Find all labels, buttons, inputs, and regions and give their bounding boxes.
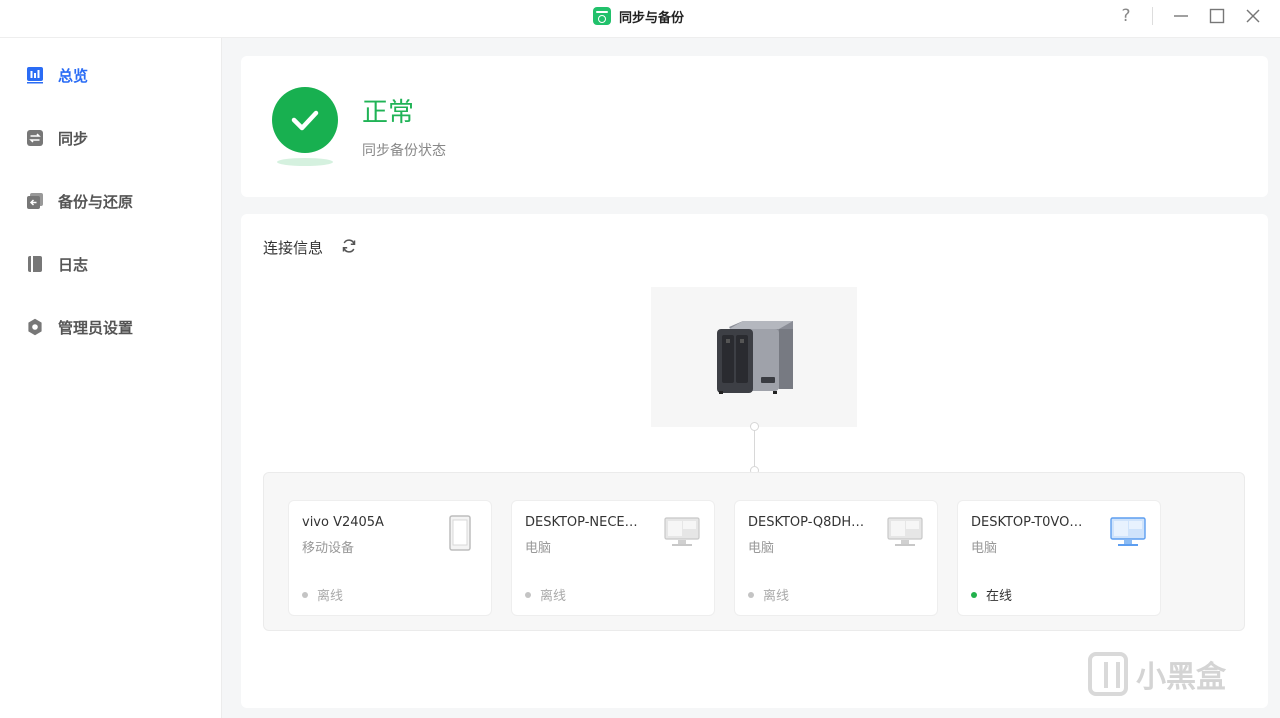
status-title: 正常 bbox=[362, 98, 415, 128]
app-logo-icon bbox=[593, 7, 611, 25]
close-icon bbox=[1246, 9, 1260, 23]
watermark-text: 小黑盒 bbox=[1136, 660, 1226, 695]
device-type: 电脑 bbox=[971, 541, 998, 556]
status-check-icon bbox=[272, 87, 338, 153]
connector-dot-top bbox=[750, 422, 759, 431]
status-dot bbox=[748, 591, 754, 598]
device-status: 离线 bbox=[525, 585, 566, 604]
monitor-icon bbox=[664, 517, 700, 551]
status-dot bbox=[302, 591, 308, 598]
minimize-icon bbox=[1174, 15, 1188, 17]
sidebar-item-label: 管理员设置 bbox=[58, 318, 134, 337]
nas-icon bbox=[717, 321, 793, 394]
connection-title: 连接信息 bbox=[263, 239, 324, 257]
sidebar-item-overview[interactable]: 总览 bbox=[26, 64, 88, 86]
device-name: DESKTOP-NECE… bbox=[525, 515, 638, 530]
title-bar: 同步与备份 ? bbox=[0, 0, 1280, 38]
device-card[interactable]: DESKTOP-Q8DH… 电脑 离线 bbox=[734, 500, 938, 616]
status-subtitle: 同步备份状态 bbox=[362, 143, 446, 159]
title-divider bbox=[1152, 7, 1153, 25]
maximize-button[interactable] bbox=[1206, 4, 1228, 28]
status-text: 离线 bbox=[763, 589, 790, 604]
connector-line bbox=[754, 427, 755, 471]
sidebar-item-admin-settings[interactable]: 管理员设置 bbox=[26, 316, 133, 338]
nas-device bbox=[651, 287, 857, 427]
device-name: vivo V2405A bbox=[302, 515, 384, 530]
sidebar-item-label: 日志 bbox=[58, 255, 89, 274]
refresh-button[interactable] bbox=[341, 238, 357, 254]
device-card[interactable]: DESKTOP-NECE… 电脑 离线 bbox=[511, 500, 715, 616]
refresh-icon bbox=[342, 239, 356, 253]
status-card: 正常 同步备份状态 bbox=[241, 56, 1268, 197]
device-status: 离线 bbox=[302, 585, 343, 604]
device-type: 电脑 bbox=[525, 541, 552, 556]
monitor-icon bbox=[1110, 517, 1146, 551]
backup-icon bbox=[26, 192, 44, 210]
device-type: 移动设备 bbox=[302, 541, 355, 556]
phone-icon bbox=[449, 515, 471, 555]
watermark: 小黑盒 bbox=[1088, 652, 1226, 696]
device-status: 在线 bbox=[971, 585, 1012, 604]
sidebar-item-label: 备份与还原 bbox=[58, 192, 134, 211]
device-name: DESKTOP-Q8DH… bbox=[748, 515, 865, 530]
status-dot bbox=[525, 591, 531, 598]
close-button[interactable] bbox=[1242, 4, 1264, 28]
app-title-text: 同步与备份 bbox=[619, 10, 685, 26]
log-icon bbox=[26, 255, 44, 273]
app-title: 同步与备份 bbox=[593, 6, 684, 26]
maximize-icon bbox=[1209, 8, 1225, 24]
device-card[interactable]: vivo V2405A 移动设备 离线 bbox=[288, 500, 492, 616]
device-status: 离线 bbox=[748, 585, 789, 604]
minimize-button[interactable] bbox=[1170, 4, 1192, 28]
watermark-logo-icon bbox=[1088, 652, 1128, 696]
sidebar-item-label: 同步 bbox=[58, 129, 89, 148]
device-card[interactable]: DESKTOP-T0VO… 电脑 在线 bbox=[957, 500, 1161, 616]
status-shadow bbox=[277, 158, 333, 166]
device-type: 电脑 bbox=[748, 541, 775, 556]
devices-panel: vivo V2405A 移动设备 离线 DESKTOP-NECE… 电脑 离线 bbox=[263, 472, 1245, 631]
status-dot bbox=[971, 591, 977, 598]
status-text: 离线 bbox=[317, 589, 344, 604]
sidebar-item-label: 总览 bbox=[58, 66, 89, 85]
sidebar-item-backup[interactable]: 备份与还原 bbox=[26, 190, 133, 212]
connection-card: 连接信息 vivo V2405A 移动设备 离线 DESKTOP-NECE… 电… bbox=[241, 214, 1268, 708]
chart-icon bbox=[26, 66, 44, 84]
sync-icon bbox=[26, 129, 44, 147]
status-text: 在线 bbox=[986, 589, 1013, 604]
status-text: 离线 bbox=[540, 589, 567, 604]
sidebar-item-sync[interactable]: 同步 bbox=[26, 127, 88, 149]
sidebar: 总览 同步 备份与还原 日志 管理员设置 bbox=[0, 38, 222, 718]
device-name: DESKTOP-T0VO… bbox=[971, 515, 1083, 530]
gear-icon bbox=[26, 318, 44, 336]
monitor-icon bbox=[887, 517, 923, 551]
help-button[interactable]: ? bbox=[1116, 4, 1136, 28]
sidebar-item-log[interactable]: 日志 bbox=[26, 253, 88, 275]
